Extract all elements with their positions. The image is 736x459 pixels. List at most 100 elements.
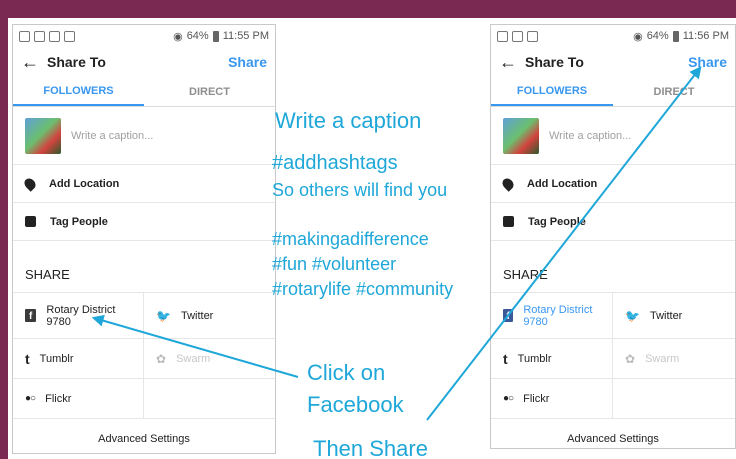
swarm-label: Swarm — [176, 352, 211, 365]
tumblr-icon: t — [503, 350, 508, 367]
flickr-toggle[interactable]: ●○ Flickr — [491, 379, 613, 419]
app-bar: ← Share To Share — [491, 47, 735, 77]
location-pin-icon — [22, 175, 38, 192]
share-section-header: SHARE — [25, 267, 70, 282]
tumblr-toggle[interactable]: t Tumblr — [13, 339, 144, 379]
tumblr-label: Tumblr — [39, 352, 74, 365]
page-title: Share To — [47, 54, 106, 70]
minus-circle-icon — [497, 30, 508, 42]
photo-thumbnail — [25, 117, 61, 154]
add-location-row[interactable]: Add Location — [13, 165, 275, 203]
tab-followers[interactable]: FOLLOWERS — [491, 77, 613, 106]
share-section-header: SHARE — [503, 267, 548, 282]
battery-icon — [212, 30, 219, 42]
back-arrow-icon[interactable]: ← — [21, 52, 47, 73]
tag-people-label: Tag People — [50, 215, 108, 228]
gallery-icon — [527, 30, 538, 42]
share-button[interactable]: Share — [688, 54, 727, 70]
tumblr-toggle[interactable]: t Tumblr — [491, 339, 613, 379]
facebook-icon: f — [503, 309, 514, 322]
app-icon — [34, 30, 45, 42]
battery-icon — [672, 30, 679, 42]
flickr-toggle[interactable]: ●○ Flickr — [13, 379, 144, 419]
tag-person-icon — [25, 216, 36, 227]
caption-row: Write a caption... — [13, 107, 275, 165]
swarm-toggle[interactable]: ✿ Swarm — [144, 339, 275, 379]
facebook-label: Rotary District 9780 — [523, 303, 593, 328]
phone-screenshot-before: ◉ 64% 11:55 PM ← Share To Share FOLLOWER… — [12, 24, 276, 454]
facebook-label: Rotary District 9780 — [46, 303, 116, 328]
app-bar: ← Share To Share — [13, 47, 275, 77]
tag-people-row[interactable]: Tag People — [13, 203, 275, 241]
facebook-toggle[interactable]: f Rotary District 9780 — [13, 293, 144, 339]
facebook-toggle[interactable]: f Rotary District 9780 — [491, 293, 613, 339]
share-tabs: FOLLOWERS DIRECT — [13, 77, 275, 107]
annotation-others-find: So others will find you — [272, 180, 448, 200]
swarm-icon: ✿ — [625, 351, 636, 366]
caption-input[interactable]: Write a caption... — [71, 130, 153, 142]
annotation-facebook: Facebook — [307, 392, 404, 417]
twitter-bird-icon: 🐦 — [625, 308, 640, 323]
annotation-hashtags: #addhashtags — [272, 152, 398, 174]
status-right: ◉ 64% 11:56 PM — [633, 30, 729, 43]
tag-person-icon — [503, 216, 514, 227]
add-location-row[interactable]: Add Location — [491, 165, 735, 203]
empty-cell — [613, 379, 735, 419]
status-bar: ◉ 64% 11:55 PM — [13, 25, 275, 47]
advanced-settings-link[interactable]: Advanced Settings — [491, 419, 735, 448]
share-services-grid: f Rotary District 9780 🐦 Twitter t Tumbl… — [491, 292, 735, 419]
annotation-tag-line-1: #makingadifference — [272, 229, 429, 249]
empty-cell — [144, 379, 275, 419]
caption-row: Write a caption... — [491, 107, 735, 165]
annotation-write-caption: Write a caption — [275, 108, 422, 133]
tumblr-label: Tumblr — [517, 352, 552, 365]
tab-followers[interactable]: FOLLOWERS — [13, 77, 144, 106]
add-location-label: Add Location — [527, 177, 598, 190]
share-tabs: FOLLOWERS DIRECT — [491, 77, 735, 107]
wifi-icon: ◉ — [173, 30, 183, 43]
add-location-label: Add Location — [49, 177, 120, 190]
twitter-toggle[interactable]: 🐦 Twitter — [144, 293, 275, 339]
back-arrow-icon[interactable]: ← — [499, 52, 525, 73]
clock: 11:56 PM — [682, 30, 729, 42]
swarm-label: Swarm — [645, 352, 680, 365]
tab-direct[interactable]: DIRECT — [144, 77, 275, 106]
photo-thumbnail — [503, 117, 539, 154]
phone-screenshot-after: ◉ 64% 11:56 PM ← Share To Share FOLLOWER… — [490, 24, 736, 449]
location-pin-icon — [500, 175, 516, 192]
share-button[interactable]: Share — [228, 54, 267, 70]
tag-people-label: Tag People — [528, 215, 586, 228]
facebook-icon: f — [25, 309, 37, 322]
wifi-icon: ◉ — [633, 30, 643, 43]
flickr-icon: ●○ — [25, 393, 36, 404]
twitter-bird-icon: 🐦 — [156, 308, 171, 323]
status-right: ◉ 64% 11:55 PM — [173, 30, 269, 43]
clock: 11:55 PM — [222, 30, 269, 42]
page-title: Share To — [525, 54, 584, 70]
share-services-grid: f Rotary District 9780 🐦 Twitter t Tumbl… — [13, 292, 275, 419]
battery-percent: 64% — [646, 30, 669, 42]
flickr-icon: ●○ — [503, 393, 514, 404]
caption-input[interactable]: Write a caption... — [549, 130, 631, 142]
slide-top-border — [0, 0, 736, 18]
app-icon — [512, 30, 523, 42]
swarm-icon: ✿ — [156, 351, 167, 366]
tab-direct[interactable]: DIRECT — [613, 77, 735, 106]
annotation-click-on: Click on — [307, 360, 386, 385]
twitter-label: Twitter — [649, 309, 683, 322]
advanced-settings-link[interactable]: Advanced Settings — [13, 419, 275, 453]
flickr-label: Flickr — [45, 392, 72, 405]
gallery-icon — [49, 30, 60, 42]
minus-circle-icon — [19, 30, 30, 42]
swarm-toggle[interactable]: ✿ Swarm — [613, 339, 735, 379]
annotation-tag-line-2: #fun #volunteer — [272, 254, 397, 274]
notification-icons — [497, 30, 629, 42]
slide-left-border — [0, 0, 8, 459]
flickr-label: Flickr — [523, 392, 550, 405]
tag-people-row[interactable]: Tag People — [491, 203, 735, 241]
annotation-tag-line-3: #rotarylife #community — [272, 279, 454, 299]
twitter-toggle[interactable]: 🐦 Twitter — [613, 293, 735, 339]
annotation-then-share: Then Share — [313, 436, 428, 459]
upload-icon — [64, 30, 75, 42]
battery-percent: 64% — [186, 30, 209, 42]
